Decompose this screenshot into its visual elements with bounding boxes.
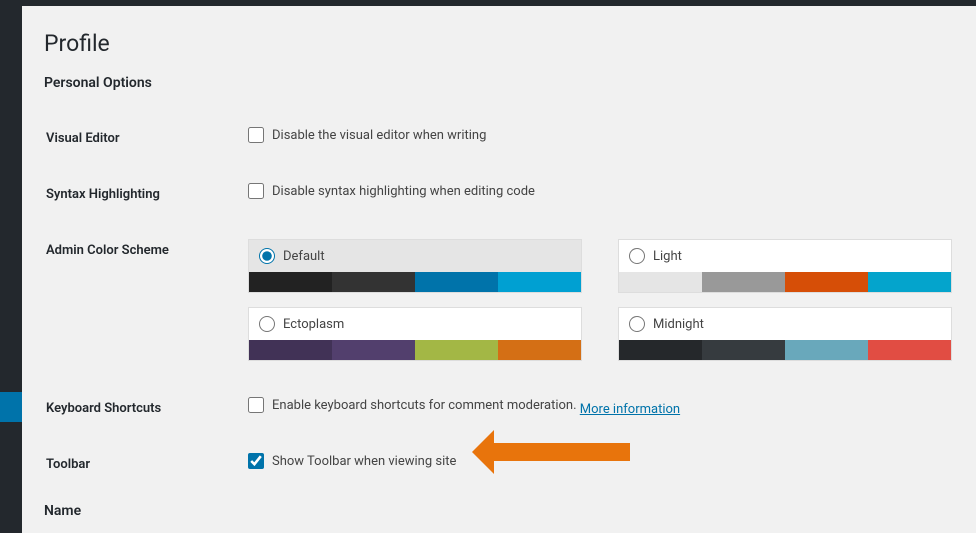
profile-form: Visual Editor Disable the visual editor … <box>44 119 954 503</box>
visual-editor-toggle[interactable]: Disable the visual editor when writing <box>248 127 486 143</box>
color-scheme-radio[interactable] <box>259 316 275 332</box>
color-swatch <box>868 272 951 292</box>
syntax-highlighting-toggle[interactable]: Disable syntax highlighting when editing… <box>248 183 535 199</box>
color-swatch <box>868 340 951 360</box>
color-scheme-swatches <box>619 340 951 360</box>
color-swatch <box>785 340 868 360</box>
page-title: Profile <box>44 30 954 57</box>
syntax-highlighting-checkbox[interactable] <box>248 183 264 199</box>
admin-sidebar <box>0 6 22 533</box>
color-scheme-option[interactable]: Midnight <box>618 307 952 361</box>
color-scheme-option[interactable]: Ectoplasm <box>248 307 582 361</box>
keyboard-shortcuts-checkbox-label: Enable keyboard shortcuts for comment mo… <box>272 398 577 413</box>
color-swatch <box>702 340 785 360</box>
color-scheme-radio[interactable] <box>629 248 645 264</box>
color-scheme-name: Default <box>283 249 325 264</box>
color-scheme-picker: Default Light Ectoplasm Midnight <box>248 239 952 361</box>
toolbar-checkbox[interactable] <box>248 453 264 469</box>
toolbar-checkbox-label: Show Toolbar when viewing site <box>272 454 456 469</box>
color-scheme-name: Ectoplasm <box>283 317 344 332</box>
color-swatch <box>785 272 868 292</box>
color-scheme-option[interactable]: Default <box>248 239 582 293</box>
keyboard-shortcuts-checkbox[interactable] <box>248 397 264 413</box>
color-scheme-name: Midnight <box>653 317 704 332</box>
color-swatch <box>249 340 332 360</box>
toolbar-toggle[interactable]: Show Toolbar when viewing site <box>248 453 456 469</box>
row-label-keyboard-shortcuts: Keyboard Shortcuts <box>46 391 246 445</box>
color-scheme-radio[interactable] <box>629 316 645 332</box>
color-swatch <box>415 272 498 292</box>
keyboard-shortcuts-more-info-link[interactable]: More information <box>580 402 680 417</box>
row-label-visual-editor: Visual Editor <box>46 121 246 175</box>
color-swatch <box>498 272 581 292</box>
section-name: Name <box>44 503 954 519</box>
visual-editor-checkbox-label: Disable the visual editor when writing <box>272 128 486 143</box>
keyboard-shortcuts-toggle[interactable]: Enable keyboard shortcuts for comment mo… <box>248 397 577 413</box>
color-scheme-swatches <box>249 340 581 360</box>
color-scheme-name: Light <box>653 249 682 264</box>
sidebar-active-indicator <box>0 392 22 422</box>
content-area: Profile Personal Options Visual Editor D… <box>22 6 976 533</box>
row-label-toolbar: Toolbar <box>46 447 246 501</box>
color-scheme-swatches <box>249 272 581 292</box>
color-scheme-option[interactable]: Light <box>618 239 952 293</box>
color-swatch <box>498 340 581 360</box>
visual-editor-checkbox[interactable] <box>248 127 264 143</box>
color-swatch <box>415 340 498 360</box>
color-swatch <box>249 272 332 292</box>
color-swatch <box>619 272 702 292</box>
row-label-admin-color-scheme: Admin Color Scheme <box>46 233 246 389</box>
color-scheme-radio[interactable] <box>259 248 275 264</box>
syntax-highlighting-checkbox-label: Disable syntax highlighting when editing… <box>272 184 535 199</box>
color-swatch <box>332 340 415 360</box>
color-swatch <box>619 340 702 360</box>
color-swatch <box>702 272 785 292</box>
row-label-syntax-highlighting: Syntax Highlighting <box>46 177 246 231</box>
color-swatch <box>332 272 415 292</box>
color-scheme-swatches <box>619 272 951 292</box>
section-personal-options: Personal Options <box>44 75 954 91</box>
